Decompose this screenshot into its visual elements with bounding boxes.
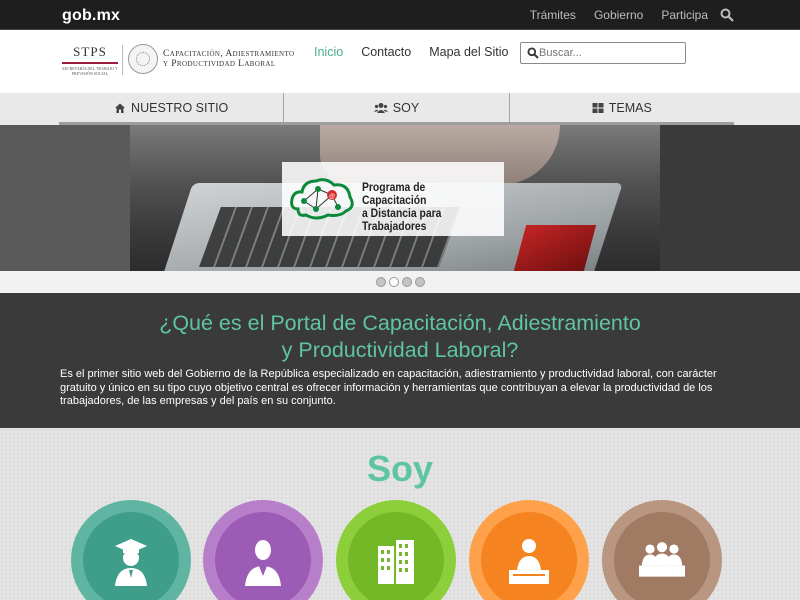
home-icon <box>115 103 126 113</box>
hero-carousel[interactable]: @ Programa de Capacitación a Distancia p… <box>0 125 800 271</box>
tab-nuestro-sitio[interactable]: NUESTRO SITIO <box>59 93 285 122</box>
nav-contacto[interactable]: Contacto <box>361 45 411 59</box>
tab-soy[interactable]: SOY <box>284 93 510 122</box>
top-bar: gob.mx Trámites Gobierno Participa <box>0 0 800 30</box>
soy-organization-circle[interactable] <box>602 500 722 600</box>
soy-section: Soy <box>0 428 800 600</box>
search-icon <box>527 47 539 59</box>
soy-worker-circle[interactable] <box>203 500 323 600</box>
program-banner[interactable]: @ Programa de Capacitación a Distancia p… <box>282 162 504 236</box>
about-section: ¿Qué es el Portal de Capacitación, Adies… <box>0 293 800 428</box>
about-description: Es el primer sitio web del Gobierno de l… <box>60 368 717 407</box>
carousel-dot-1[interactable] <box>375 277 386 287</box>
about-title: ¿Qué es el Portal de Capacitación, Adies… <box>159 311 641 362</box>
hero-prev-slide <box>0 125 130 271</box>
section-tabs-bar: NUESTRO SITIO SOY TEMAS <box>0 93 800 125</box>
top-link-tramites[interactable]: Trámites <box>530 8 576 22</box>
nav-mapa-sitio[interactable]: Mapa del Sitio <box>429 45 508 59</box>
svg-text:@: @ <box>329 194 335 200</box>
network-cloud-icon: @ <box>290 178 354 220</box>
logo-divider <box>122 45 123 75</box>
hero-next-slide <box>660 125 800 271</box>
soy-company-circle[interactable] <box>336 500 456 600</box>
top-link-gobierno[interactable]: Gobierno <box>594 8 643 22</box>
carousel-dot-2[interactable] <box>388 277 399 287</box>
speaker-icon <box>509 539 549 584</box>
soy-title: Soy <box>366 448 434 489</box>
search-input[interactable] <box>539 45 679 61</box>
soy-student-circle[interactable] <box>71 500 191 600</box>
grid-icon <box>592 102 604 113</box>
mexico-seal-icon <box>128 44 158 74</box>
search-icon[interactable] <box>720 8 734 22</box>
top-link-participa[interactable]: Participa <box>661 8 708 22</box>
carousel-dot-3[interactable] <box>401 277 412 287</box>
nav-inicio[interactable]: Inicio <box>314 45 343 59</box>
building-icon <box>378 540 414 584</box>
site-logo-title[interactable]: Capacitación, Adiestramiento y Productiv… <box>163 49 295 69</box>
graduate-icon <box>115 539 147 586</box>
banner-title: Programa de Capacitación a Distancia par… <box>362 182 442 233</box>
carousel-indicators <box>0 271 800 293</box>
gobmx-logo[interactable]: gob.mx <box>62 7 120 25</box>
group-icon <box>639 542 685 577</box>
carousel-dot-4[interactable] <box>414 277 425 287</box>
main-nav: Inicio Contacto Mapa del Sitio <box>314 45 508 59</box>
site-header: STPS SECRETARÍA DEL TRABAJO Y PREVISIÓN … <box>0 30 800 93</box>
search-box <box>520 42 686 64</box>
stps-logo[interactable]: STPS SECRETARÍA DEL TRABAJO Y PREVISIÓN … <box>62 44 118 78</box>
tab-temas[interactable]: TEMAS <box>510 93 734 122</box>
users-icon <box>373 102 388 113</box>
top-nav: Trámites Gobierno Participa <box>530 8 708 22</box>
worker-icon <box>245 540 281 586</box>
soy-instructor-circle[interactable] <box>469 500 589 600</box>
